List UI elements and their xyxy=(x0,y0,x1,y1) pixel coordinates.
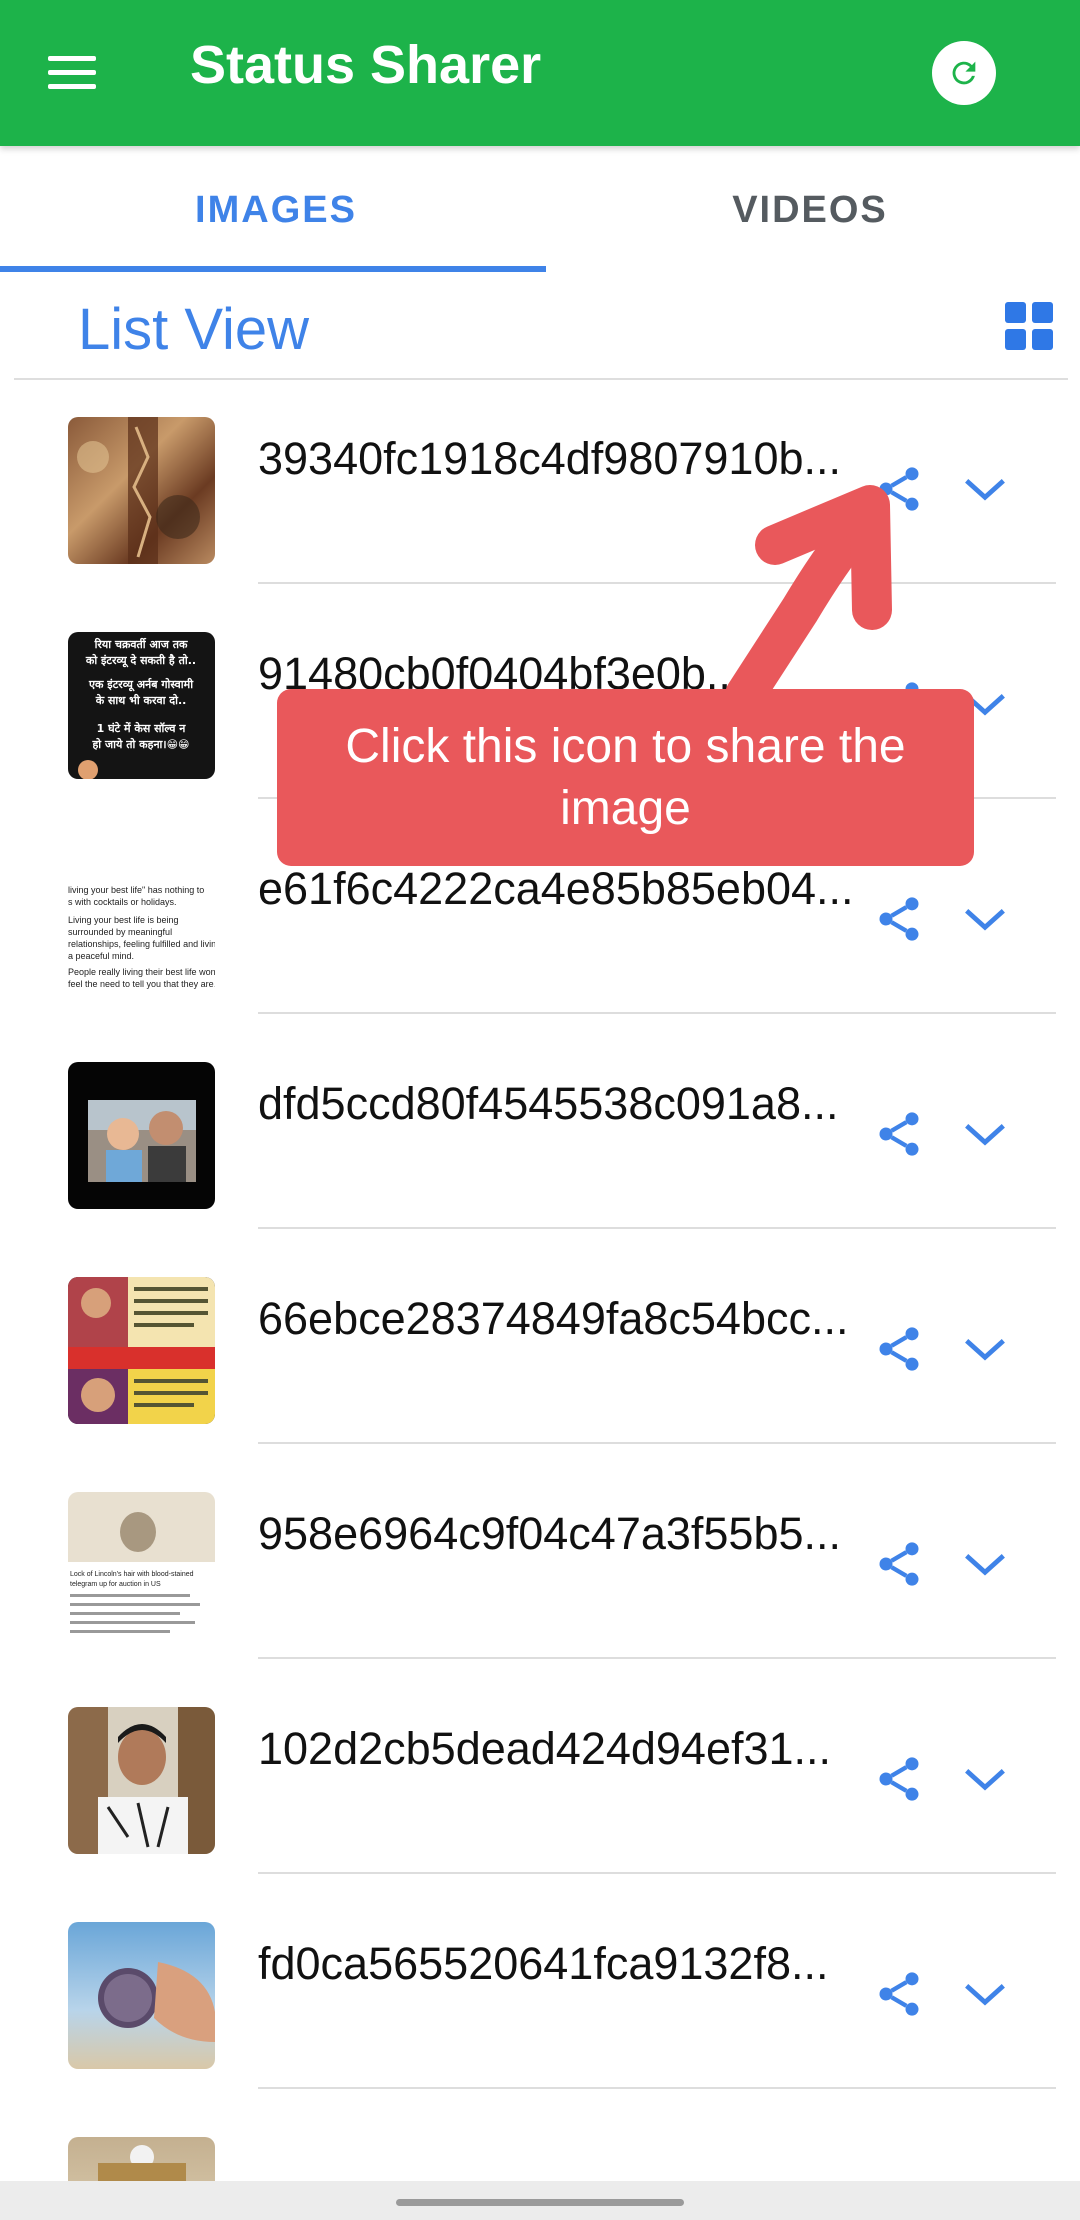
thumbnail-text: relationships, feeling fulfilled and liv… xyxy=(68,939,215,949)
file-name: dfd5ccd80f4545538c091a8... xyxy=(258,1078,839,1129)
thumbnail-text: 1 घंटे में केस सॉल्व न xyxy=(97,721,187,735)
thumbnail-text: Lock of Lincoln's hair with blood-staine… xyxy=(70,1571,194,1578)
thumbnail-text: telegram up for auction in US xyxy=(70,1581,161,1588)
divider xyxy=(258,1872,1056,1874)
file-name: fd0ca565520641fca9132f8... xyxy=(258,1938,829,1989)
list-item[interactable]: 66ebce28374849fa8c54bcc... xyxy=(0,1243,1080,1458)
tab-bar: IMAGES VIDEOS xyxy=(0,146,1080,274)
chevron-down-icon[interactable] xyxy=(963,1335,1007,1365)
tab-indicator xyxy=(0,266,546,272)
thumbnail-text: एक इंटरव्यू अर्नब गोस्वामी xyxy=(88,677,194,692)
list-item[interactable]: dfd5ccd80f4545538c091a8... xyxy=(0,1028,1080,1243)
thumbnail: living your best life" has nothing to s … xyxy=(68,847,215,994)
thumbnail-text: के साथ भी करवा दो.. xyxy=(95,693,187,707)
divider xyxy=(14,378,1068,380)
tab-videos[interactable]: VIDEOS xyxy=(540,146,1080,274)
file-name: 66ebce28374849fa8c54bcc... xyxy=(258,1293,849,1344)
thumbnail xyxy=(68,417,215,564)
tooltip-text: Click this icon to share the image xyxy=(345,719,906,835)
file-name: 958e6964c9f04c47a3f55b5... xyxy=(258,1508,842,1559)
thumbnail-text: रिया चक्रवर्ती आज तक xyxy=(94,637,188,651)
home-handle[interactable] xyxy=(396,2199,684,2206)
tab-images[interactable]: IMAGES xyxy=(6,146,546,274)
thumbnail xyxy=(68,1922,215,2069)
chevron-down-icon[interactable] xyxy=(963,905,1007,935)
chevron-down-icon[interactable] xyxy=(963,1980,1007,2010)
menu-icon[interactable] xyxy=(44,50,100,96)
thumbnail-text: a peaceful mind. xyxy=(68,951,134,961)
thumbnail: रिया चक्रवर्ती आज तक को इंटरव्यू दे सकती… xyxy=(68,632,215,779)
thumbnail-text: s with cocktails or holidays. xyxy=(68,897,177,907)
thumbnail xyxy=(68,1062,215,1209)
thumbnail-text: surrounded by meaningful xyxy=(68,927,172,937)
list-view-title: List View xyxy=(78,297,310,362)
list-item[interactable]: 39340fc1918c4df9807910b... xyxy=(0,383,1080,598)
thumbnail-text: हो जाये तो कहना।😁😁 xyxy=(91,737,189,751)
share-icon[interactable] xyxy=(873,1538,925,1590)
divider xyxy=(258,1657,1056,1659)
thumbnail xyxy=(68,2137,215,2181)
list-item[interactable]: fd0ca565520641fca9132f8... xyxy=(0,1888,1080,2103)
divider xyxy=(258,1012,1056,1014)
file-name: 102d2cb5dead424d94ef31... xyxy=(258,1723,832,1774)
app-bar: Status Sharer xyxy=(0,0,1080,146)
app-title: Status Sharer xyxy=(190,35,542,95)
divider xyxy=(258,2087,1056,2089)
share-icon[interactable] xyxy=(873,1968,925,2020)
grid-view-icon[interactable] xyxy=(1005,302,1053,350)
list-item[interactable] xyxy=(0,2103,1080,2181)
file-name: e61f6c4222ca4e85b85eb04... xyxy=(258,863,854,914)
thumbnail xyxy=(68,1277,215,1424)
chevron-down-icon[interactable] xyxy=(963,1550,1007,1580)
list-item[interactable]: Lock of Lincoln's hair with blood-staine… xyxy=(0,1458,1080,1673)
list-item[interactable]: 102d2cb5dead424d94ef31... xyxy=(0,1673,1080,1888)
divider xyxy=(258,1227,1056,1229)
file-name: 39340fc1918c4df9807910b... xyxy=(258,433,842,484)
divider xyxy=(258,582,1056,584)
chevron-down-icon[interactable] xyxy=(963,475,1007,505)
thumbnail-text: People really living their best life won… xyxy=(68,967,215,977)
share-icon[interactable] xyxy=(873,1108,925,1160)
chevron-down-icon[interactable] xyxy=(963,1120,1007,1150)
thumbnail: Lock of Lincoln's hair with blood-staine… xyxy=(68,1492,215,1639)
share-icon[interactable] xyxy=(873,1323,925,1375)
thumbnail xyxy=(68,1707,215,1854)
share-icon[interactable] xyxy=(873,893,925,945)
tutorial-tooltip[interactable]: Click this icon to share the image xyxy=(277,689,974,866)
share-icon[interactable] xyxy=(873,1753,925,1805)
thumbnail-text: living your best life" has nothing to xyxy=(68,885,204,895)
refresh-icon xyxy=(952,61,976,85)
system-navigation-bar xyxy=(0,2181,1080,2220)
thumbnail-text: Living your best life is being xyxy=(68,915,179,925)
thumbnail-text: feel the need to tell you that they are. xyxy=(68,979,215,989)
share-icon[interactable] xyxy=(873,463,925,515)
divider xyxy=(258,1442,1056,1444)
chevron-down-icon[interactable] xyxy=(963,1765,1007,1795)
thumbnail-text: को इंटरव्यू दे सकती है तो.. xyxy=(85,653,196,668)
refresh-button[interactable] xyxy=(932,41,996,105)
